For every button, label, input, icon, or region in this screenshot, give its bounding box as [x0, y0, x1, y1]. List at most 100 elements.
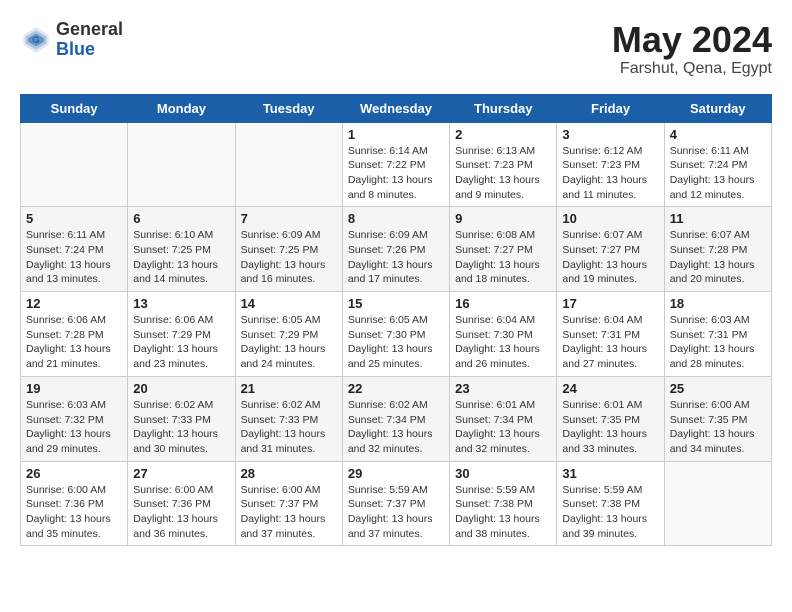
- weekday-header: Tuesday: [235, 94, 342, 122]
- day-number: 18: [670, 296, 766, 311]
- calendar-day-cell: [128, 122, 235, 207]
- day-number: 12: [26, 296, 122, 311]
- svg-text:G: G: [32, 35, 39, 46]
- day-number: 7: [241, 211, 337, 226]
- day-info: Sunrise: 6:02 AM Sunset: 7:34 PM Dayligh…: [348, 398, 444, 457]
- day-number: 27: [133, 466, 229, 481]
- calendar-header: SundayMondayTuesdayWednesdayThursdayFrid…: [21, 94, 772, 122]
- calendar-day-cell: 30 Sunrise: 5:59 AM Sunset: 7:38 PM Dayli…: [450, 461, 557, 546]
- calendar-day-cell: 1 Sunrise: 6:14 AM Sunset: 7:22 PM Daylig…: [342, 122, 449, 207]
- day-info: Sunrise: 6:01 AM Sunset: 7:35 PM Dayligh…: [562, 398, 658, 457]
- day-number: 9: [455, 211, 551, 226]
- day-info: Sunrise: 6:02 AM Sunset: 7:33 PM Dayligh…: [133, 398, 229, 457]
- calendar-week-row: 12 Sunrise: 6:06 AM Sunset: 7:28 PM Dayli…: [21, 292, 772, 377]
- day-info: Sunrise: 6:14 AM Sunset: 7:22 PM Dayligh…: [348, 144, 444, 203]
- day-info: Sunrise: 6:05 AM Sunset: 7:29 PM Dayligh…: [241, 313, 337, 372]
- calendar-subtitle: Farshut, Qena, Egypt: [612, 60, 772, 78]
- day-info: Sunrise: 6:00 AM Sunset: 7:35 PM Dayligh…: [670, 398, 766, 457]
- calendar-week-row: 26Sunrise: 6:00 AM Sunset: 7:36 PM Dayli…: [21, 461, 772, 546]
- calendar-day-cell: 4 Sunrise: 6:11 AM Sunset: 7:24 PM Daylig…: [664, 122, 771, 207]
- calendar-day-cell: [235, 122, 342, 207]
- page-header: G General Blue May 2024 Farshut, Qena, E…: [20, 20, 772, 78]
- calendar-day-cell: 25 Sunrise: 6:00 AM Sunset: 7:35 PM Dayli…: [664, 376, 771, 461]
- calendar-day-cell: 7 Sunrise: 6:09 AM Sunset: 7:25 PM Daylig…: [235, 207, 342, 292]
- calendar-day-cell: 20 Sunrise: 6:02 AM Sunset: 7:33 PM Dayli…: [128, 376, 235, 461]
- day-info: Sunrise: 6:06 AM Sunset: 7:28 PM Dayligh…: [26, 313, 122, 372]
- day-info: Sunrise: 6:00 AM Sunset: 7:37 PM Dayligh…: [241, 483, 337, 542]
- day-info: Sunrise: 6:00 AM Sunset: 7:36 PM Dayligh…: [26, 483, 122, 542]
- day-info: Sunrise: 6:11 AM Sunset: 7:24 PM Dayligh…: [26, 228, 122, 287]
- day-number: 19: [26, 381, 122, 396]
- day-number: 2: [455, 127, 551, 142]
- logo-blue: Blue: [56, 40, 123, 60]
- calendar-week-row: 19Sunrise: 6:03 AM Sunset: 7:32 PM Dayli…: [21, 376, 772, 461]
- day-number: 3: [562, 127, 658, 142]
- day-number: 11: [670, 211, 766, 226]
- calendar-day-cell: 21 Sunrise: 6:02 AM Sunset: 7:33 PM Dayli…: [235, 376, 342, 461]
- day-info: Sunrise: 5:59 AM Sunset: 7:38 PM Dayligh…: [562, 483, 658, 542]
- calendar-body: 1 Sunrise: 6:14 AM Sunset: 7:22 PM Daylig…: [21, 122, 772, 546]
- calendar-day-cell: 3Sunrise: 6:12 AM Sunset: 7:23 PM Daylig…: [557, 122, 664, 207]
- weekday-row: SundayMondayTuesdayWednesdayThursdayFrid…: [21, 94, 772, 122]
- logo-general: General: [56, 20, 123, 40]
- day-info: Sunrise: 5:59 AM Sunset: 7:38 PM Dayligh…: [455, 483, 551, 542]
- calendar-day-cell: 18 Sunrise: 6:03 AM Sunset: 7:31 PM Dayli…: [664, 292, 771, 377]
- calendar-day-cell: 5Sunrise: 6:11 AM Sunset: 7:24 PM Daylig…: [21, 207, 128, 292]
- title-block: May 2024 Farshut, Qena, Egypt: [612, 20, 772, 78]
- calendar-week-row: 1 Sunrise: 6:14 AM Sunset: 7:22 PM Daylig…: [21, 122, 772, 207]
- day-number: 24: [562, 381, 658, 396]
- day-info: Sunrise: 5:59 AM Sunset: 7:37 PM Dayligh…: [348, 483, 444, 542]
- day-number: 30: [455, 466, 551, 481]
- calendar-day-cell: 28 Sunrise: 6:00 AM Sunset: 7:37 PM Dayli…: [235, 461, 342, 546]
- calendar-table: SundayMondayTuesdayWednesdayThursdayFrid…: [20, 94, 772, 547]
- calendar-day-cell: 16 Sunrise: 6:04 AM Sunset: 7:30 PM Dayli…: [450, 292, 557, 377]
- day-info: Sunrise: 6:05 AM Sunset: 7:30 PM Dayligh…: [348, 313, 444, 372]
- day-info: Sunrise: 6:04 AM Sunset: 7:30 PM Dayligh…: [455, 313, 551, 372]
- day-number: 1: [348, 127, 444, 142]
- day-info: Sunrise: 6:09 AM Sunset: 7:25 PM Dayligh…: [241, 228, 337, 287]
- day-info: Sunrise: 6:01 AM Sunset: 7:34 PM Dayligh…: [455, 398, 551, 457]
- day-number: 10: [562, 211, 658, 226]
- day-info: Sunrise: 6:02 AM Sunset: 7:33 PM Dayligh…: [241, 398, 337, 457]
- day-number: 16: [455, 296, 551, 311]
- calendar-day-cell: 22 Sunrise: 6:02 AM Sunset: 7:34 PM Dayli…: [342, 376, 449, 461]
- day-number: 20: [133, 381, 229, 396]
- day-info: Sunrise: 6:04 AM Sunset: 7:31 PM Dayligh…: [562, 313, 658, 372]
- calendar-day-cell: 12 Sunrise: 6:06 AM Sunset: 7:28 PM Dayli…: [21, 292, 128, 377]
- weekday-header: Friday: [557, 94, 664, 122]
- weekday-header: Wednesday: [342, 94, 449, 122]
- weekday-header: Sunday: [21, 94, 128, 122]
- day-info: Sunrise: 6:06 AM Sunset: 7:29 PM Dayligh…: [133, 313, 229, 372]
- calendar-day-cell: 8Sunrise: 6:09 AM Sunset: 7:26 PM Daylig…: [342, 207, 449, 292]
- day-number: 21: [241, 381, 337, 396]
- day-number: 29: [348, 466, 444, 481]
- day-number: 23: [455, 381, 551, 396]
- day-info: Sunrise: 6:11 AM Sunset: 7:24 PM Dayligh…: [670, 144, 766, 203]
- calendar-day-cell: [664, 461, 771, 546]
- logo: G General Blue: [20, 20, 123, 60]
- calendar-day-cell: 9Sunrise: 6:08 AM Sunset: 7:27 PM Daylig…: [450, 207, 557, 292]
- day-number: 14: [241, 296, 337, 311]
- weekday-header: Monday: [128, 94, 235, 122]
- calendar-week-row: 5Sunrise: 6:11 AM Sunset: 7:24 PM Daylig…: [21, 207, 772, 292]
- calendar-day-cell: 6Sunrise: 6:10 AM Sunset: 7:25 PM Daylig…: [128, 207, 235, 292]
- day-number: 17: [562, 296, 658, 311]
- day-number: 28: [241, 466, 337, 481]
- calendar-day-cell: 29 Sunrise: 5:59 AM Sunset: 7:37 PM Dayli…: [342, 461, 449, 546]
- calendar-day-cell: 14 Sunrise: 6:05 AM Sunset: 7:29 PM Dayli…: [235, 292, 342, 377]
- day-number: 15: [348, 296, 444, 311]
- day-info: Sunrise: 6:03 AM Sunset: 7:31 PM Dayligh…: [670, 313, 766, 372]
- day-number: 22: [348, 381, 444, 396]
- calendar-day-cell: 10Sunrise: 6:07 AM Sunset: 7:27 PM Dayli…: [557, 207, 664, 292]
- day-number: 8: [348, 211, 444, 226]
- day-info: Sunrise: 6:07 AM Sunset: 7:28 PM Dayligh…: [670, 228, 766, 287]
- logo-icon: G: [20, 24, 52, 56]
- logo-text: General Blue: [56, 20, 123, 60]
- calendar-day-cell: 26Sunrise: 6:00 AM Sunset: 7:36 PM Dayli…: [21, 461, 128, 546]
- calendar-day-cell: [21, 122, 128, 207]
- day-number: 4: [670, 127, 766, 142]
- day-number: 25: [670, 381, 766, 396]
- calendar-title: May 2024: [612, 20, 772, 60]
- calendar-day-cell: 17 Sunrise: 6:04 AM Sunset: 7:31 PM Dayli…: [557, 292, 664, 377]
- day-number: 13: [133, 296, 229, 311]
